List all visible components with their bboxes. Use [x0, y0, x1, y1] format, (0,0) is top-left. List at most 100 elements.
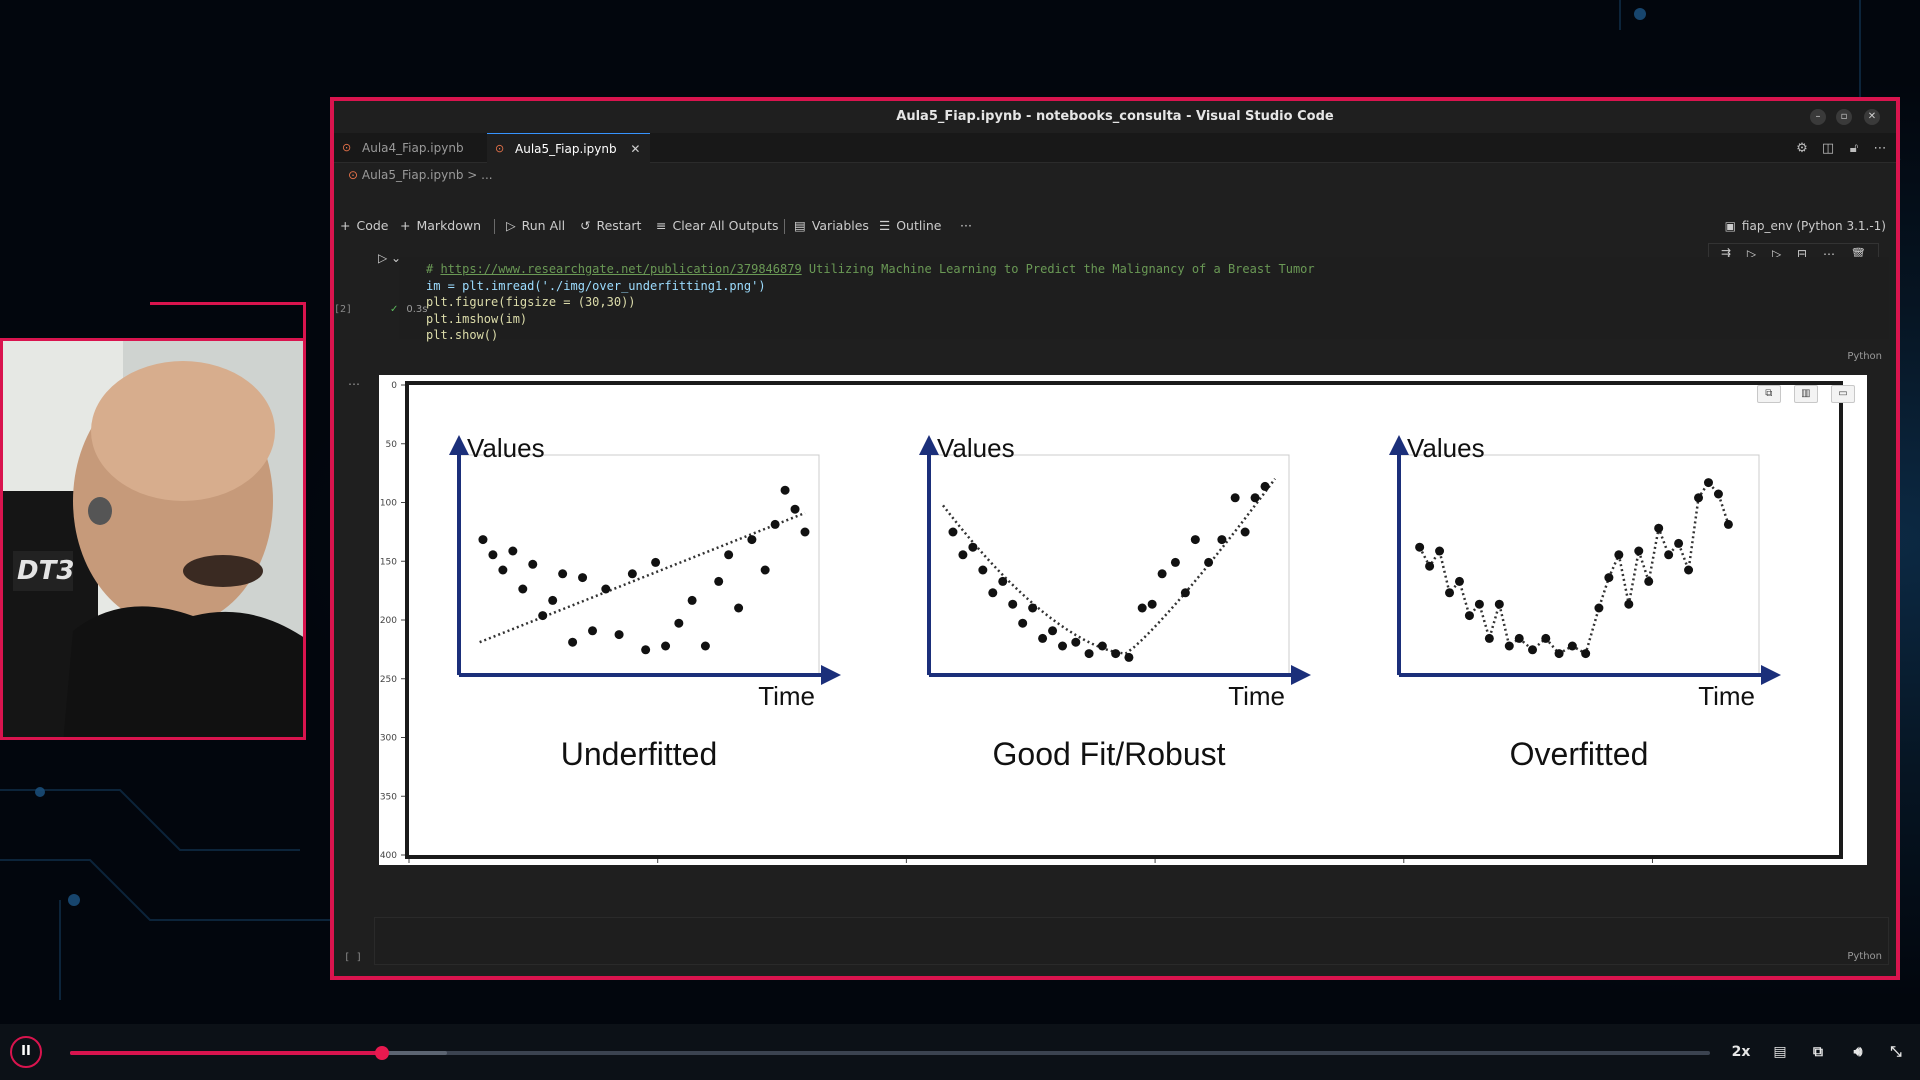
cell-language[interactable]: Python — [1847, 951, 1882, 962]
volume-icon[interactable]: 🔊︎ — [1846, 1040, 1870, 1064]
data-point — [1494, 599, 1504, 609]
picture-in-picture-icon[interactable]: ⧉ — [1806, 1040, 1830, 1064]
tab-aula4[interactable]: ⊙ Aula4_Fiap.ipynb — [334, 133, 474, 163]
outline-button[interactable]: ☰ Outline — [879, 213, 941, 239]
close-icon[interactable]: ✕ — [630, 142, 640, 156]
empty-code-cell[interactable] — [374, 917, 1889, 965]
copy-output-icon[interactable]: ⧉ — [1756, 385, 1781, 403]
data-point — [1180, 588, 1190, 598]
progress-scrubber[interactable] — [374, 1046, 389, 1060]
progress-fill — [70, 1051, 382, 1055]
data-point — [1594, 603, 1604, 613]
restart-icon: ↺ — [580, 218, 591, 233]
data-point — [538, 611, 548, 621]
data-point — [627, 569, 637, 579]
y-tick-label: 300 — [380, 734, 397, 744]
data-point — [1240, 527, 1250, 537]
more-actions-icon[interactable]: ⋯ — [1872, 141, 1888, 157]
settings-gear-icon[interactable]: ⚙ — [1794, 141, 1810, 157]
restart-button[interactable]: ↺ Restart — [580, 213, 641, 239]
button-label: Code — [356, 218, 389, 233]
playback-speed-button[interactable]: 2x — [1726, 1040, 1756, 1064]
kernel-icon: ▣ — [1724, 219, 1736, 233]
lock-icon[interactable]: 🔓︎ — [1846, 141, 1862, 157]
notebook-icon: ⊙ — [348, 168, 362, 182]
run-cell-button[interactable]: ▷ ⌄ — [378, 251, 401, 265]
y-tick-label: 200 — [380, 616, 397, 626]
kernel-picker[interactable]: ▣ fiap_env (Python 3.1.-1) — [1725, 213, 1886, 239]
clear-all-outputs-button[interactable]: ≡ Clear All Outputs — [656, 213, 779, 239]
data-point — [1694, 493, 1704, 503]
y-tick-label: 50 — [386, 440, 398, 450]
data-point — [1504, 641, 1514, 651]
toolbar-more-button[interactable]: ··· — [960, 213, 972, 239]
clear-outputs-icon: ≡ — [656, 218, 667, 233]
data-point — [1425, 561, 1435, 571]
data-point — [760, 565, 770, 575]
data-point — [1464, 611, 1474, 621]
breadcrumb[interactable]: ⊙ Aula5_Fiap.ipynb > ... — [348, 165, 493, 185]
data-point — [1111, 649, 1121, 659]
progress-bar[interactable] — [70, 1046, 1710, 1060]
panel-ylabel: Values — [1407, 433, 1485, 463]
variables-button[interactable]: ▤ Variables — [794, 213, 869, 239]
execution-status: ✓ 0.3s — [390, 304, 428, 315]
vscode-window: Aula5_Fiap.ipynb - notebooks_consulta - … — [330, 97, 1900, 980]
close-window-button[interactable]: ✕ — [1864, 109, 1880, 125]
panel-title: Good Fit/Robust — [993, 736, 1226, 772]
data-point — [958, 550, 968, 560]
data-point — [714, 576, 724, 586]
exit-fullscreen-icon[interactable]: ⤡ — [1884, 1040, 1908, 1064]
data-point — [1137, 603, 1147, 613]
minimize-button[interactable]: – — [1810, 109, 1826, 125]
add-code-cell-button[interactable]: + Code — [340, 213, 389, 239]
data-point — [1445, 588, 1455, 598]
output-more-icon[interactable]: ⋯ — [348, 377, 360, 391]
data-point — [1204, 557, 1214, 567]
plus-icon: + — [340, 218, 351, 233]
check-icon: ✓ — [390, 304, 399, 315]
code-comment: # https://www.researchgate.net/publicati… — [426, 262, 1315, 276]
data-point — [988, 588, 998, 598]
data-point — [601, 584, 611, 594]
restore-button[interactable]: ▫ — [1836, 109, 1852, 125]
execution-time: 0.3s — [406, 304, 428, 315]
pause-button[interactable]: II — [10, 1036, 42, 1068]
data-point — [1071, 637, 1081, 647]
code-cell[interactable]: ▷ ⌄ ⇶ ▷ ▷ ⊟ ⋯ 🗑︎ # https://www.researchg… — [374, 243, 1889, 361]
webcam-frame-tab — [150, 302, 306, 340]
data-point — [478, 535, 488, 545]
split-editor-icon[interactable]: ◫ — [1820, 141, 1836, 157]
data-point — [641, 645, 651, 655]
data-point — [1713, 489, 1723, 499]
plot-viewer-icon[interactable]: ▥ — [1793, 385, 1818, 403]
data-point — [790, 504, 800, 514]
button-label: Restart — [596, 218, 642, 233]
cell-language[interactable]: Python — [1847, 351, 1882, 362]
data-point — [1190, 535, 1200, 545]
breadcrumb-file[interactable]: Aula5_Fiap.ipynb — [362, 168, 464, 182]
data-point — [1604, 573, 1614, 583]
data-point — [1474, 599, 1484, 609]
captions-icon[interactable]: ▤ — [1768, 1040, 1792, 1064]
presenter-silhouette: DT3 — [3, 341, 303, 737]
data-point — [1528, 645, 1538, 655]
code-editor[interactable]: # https://www.researchgate.net/publicati… — [399, 257, 1889, 342]
data-point — [1484, 633, 1494, 643]
run-all-button[interactable]: ▷ Run All — [506, 213, 565, 239]
save-output-icon[interactable]: ▭ — [1831, 385, 1855, 403]
y-tick-label: 0 — [391, 381, 397, 391]
panel-xlabel: Time — [758, 681, 815, 711]
button-label: Markdown — [416, 218, 482, 233]
add-markdown-cell-button[interactable]: + Markdown — [400, 213, 481, 239]
data-point — [800, 527, 810, 537]
code-line-5: plt.show() — [426, 328, 499, 342]
data-point — [1008, 599, 1018, 609]
reference-link[interactable]: https://www.researchgate.net/publication… — [440, 262, 801, 276]
data-point — [770, 519, 780, 529]
data-point — [1260, 481, 1270, 491]
data-point — [1157, 569, 1167, 579]
button-label: Outline — [896, 218, 942, 233]
tab-aula5[interactable]: ⊙ Aula5_Fiap.ipynb ✕ — [487, 133, 651, 163]
data-point — [1170, 557, 1180, 567]
